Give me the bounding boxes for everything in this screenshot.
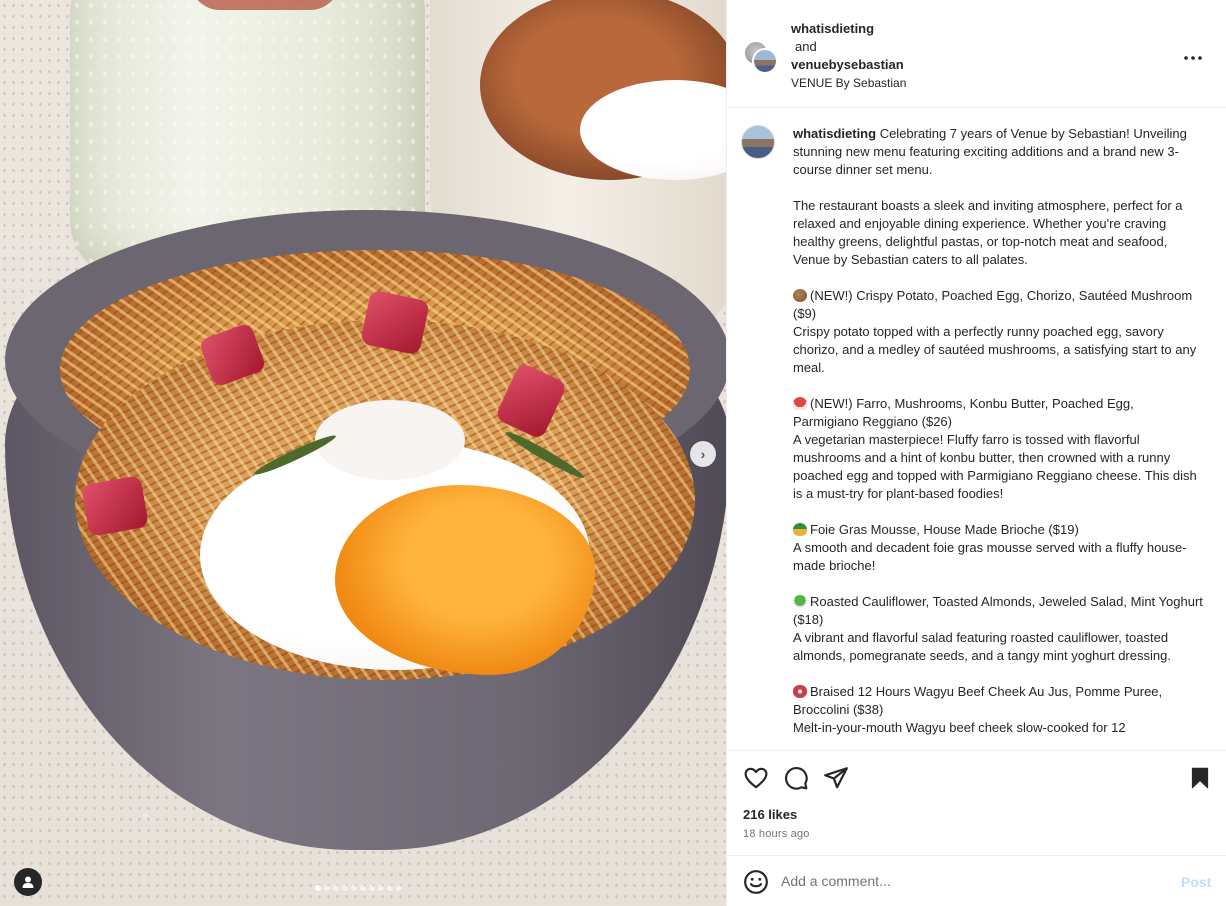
- menu-item-desc: A smooth and decadent foie gras mousse s…: [793, 540, 1187, 573]
- more-options-button[interactable]: [1183, 44, 1203, 67]
- menu-item-title: Foie Gras Mousse, House Made Brioche ($1…: [810, 522, 1079, 537]
- collab-avatars[interactable]: [743, 40, 778, 74]
- username-link[interactable]: whatisdieting: [791, 20, 906, 38]
- save-button[interactable]: [1187, 765, 1213, 791]
- send-icon: [824, 767, 848, 789]
- menu-item-desc: Crispy potato topped with a perfectly ru…: [793, 324, 1197, 375]
- comments-scroll-area[interactable]: whatisdieting Celebrating 7 years of Ven…: [727, 109, 1226, 750]
- avatar[interactable]: [741, 125, 775, 159]
- user-icon: [22, 876, 34, 888]
- share-button[interactable]: [823, 765, 849, 791]
- comment-box: Post: [727, 855, 1226, 906]
- next-slide-button[interactable]: ›: [690, 441, 716, 467]
- carousel-dot: [396, 885, 402, 891]
- menu-item-desc: Melt-in-your-mouth Wagyu beef cheek slow…: [793, 720, 1126, 735]
- carousel-dot: [324, 885, 330, 891]
- menu-item-title: (NEW!) Farro, Mushrooms, Konbu Butter, P…: [793, 396, 1134, 429]
- menu-item-desc: A vibrant and flavorful salad featuring …: [793, 630, 1171, 663]
- tagged-users-button[interactable]: [14, 868, 42, 896]
- post-image[interactable]: ›: [0, 0, 726, 906]
- more-horizontal-icon: [1184, 56, 1202, 60]
- mushroom-icon: [793, 397, 807, 410]
- carousel-dot: [360, 885, 366, 891]
- menu-item-title: Braised 12 Hours Wagyu Beef Cheek Au Jus…: [793, 684, 1163, 717]
- comment-input[interactable]: [781, 868, 1161, 894]
- carousel-dot: [378, 885, 384, 891]
- carousel-dot: [333, 885, 339, 891]
- likes-count[interactable]: 216 likes: [743, 807, 797, 822]
- carousel-dot: [387, 885, 393, 891]
- carousel-indicator: [315, 885, 402, 891]
- menu-item-desc: A vegetarian masterpiece! Fluffy farro i…: [793, 432, 1197, 501]
- emoji-button[interactable]: [743, 869, 769, 895]
- carousel-dot: [351, 885, 357, 891]
- post-modal: › whatisdieting and venuebysebastian VEN…: [0, 0, 1226, 906]
- action-bar: 216 likes 18 hours ago: [727, 750, 1226, 855]
- potato-icon: [793, 289, 807, 302]
- bookmark-filled-icon: [1191, 767, 1209, 789]
- avatar: [752, 48, 778, 74]
- menu-item-title: (NEW!) Crispy Potato, Poached Egg, Chori…: [793, 288, 1193, 321]
- carousel-dot: [342, 885, 348, 891]
- post-header: whatisdieting and venuebysebastian VENUE…: [727, 0, 1226, 108]
- foreground-bowl: [5, 210, 726, 850]
- steak-icon: [793, 685, 807, 698]
- carousel-dot: [315, 885, 321, 891]
- smiley-icon: [744, 870, 768, 894]
- post-timestamp[interactable]: 18 hours ago: [743, 828, 810, 840]
- heart-icon: [744, 767, 768, 789]
- and-text: and: [795, 39, 817, 54]
- menu-item-title: Roasted Cauliflower, Toasted Almonds, Je…: [793, 594, 1203, 627]
- caption-paragraph: The restaurant boasts a sleek and inviti…: [793, 198, 1183, 267]
- comment-icon: [785, 767, 808, 790]
- duck-icon: [793, 523, 807, 536]
- post-caption: whatisdieting Celebrating 7 years of Ven…: [793, 125, 1203, 737]
- post-panel: whatisdieting and venuebysebastian VENUE…: [726, 0, 1226, 906]
- username-link[interactable]: venuebysebastian: [791, 56, 906, 74]
- comment-button[interactable]: [783, 765, 809, 791]
- carousel-dot: [369, 885, 375, 891]
- post-comment-button[interactable]: Post: [1181, 874, 1211, 890]
- like-button[interactable]: [743, 765, 769, 791]
- caption-username[interactable]: whatisdieting: [793, 126, 876, 141]
- salad-icon: [793, 595, 807, 608]
- location-link[interactable]: VENUE By Sebastian: [791, 74, 906, 92]
